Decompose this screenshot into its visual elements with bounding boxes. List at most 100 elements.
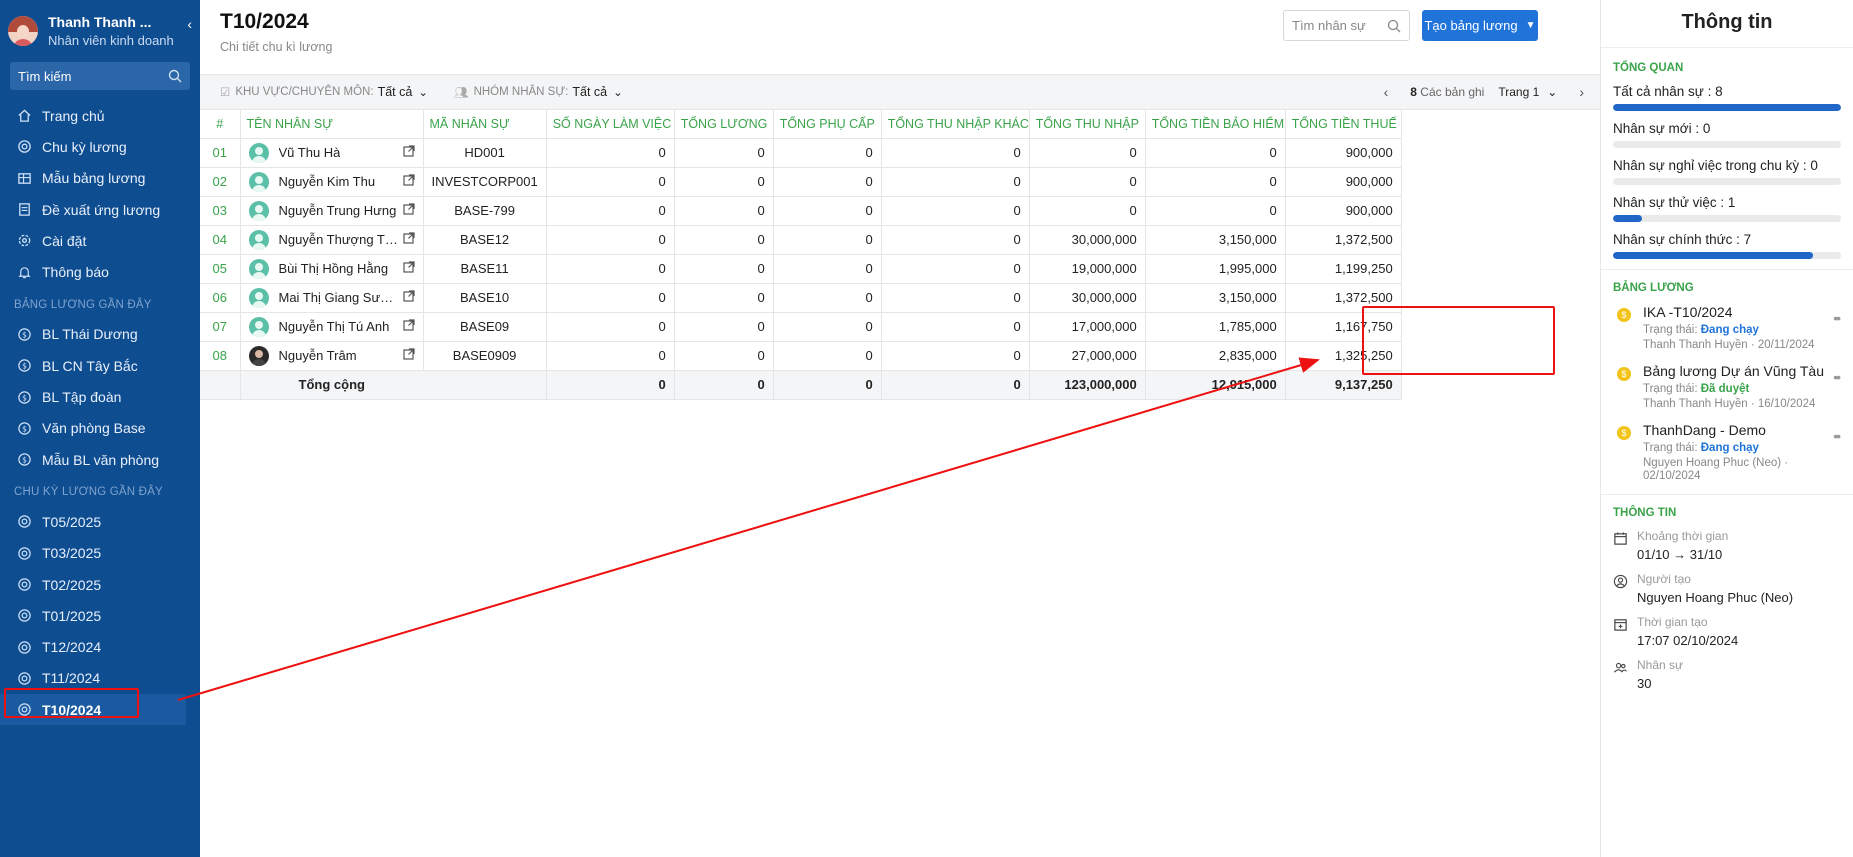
employee-search-input[interactable]: Tìm nhân sự — [1283, 10, 1410, 41]
cell-income: 0 — [1029, 196, 1146, 226]
sidebar-recent-cycle[interactable]: T01/2025 — [0, 600, 200, 631]
cell-income: 17,000,000 — [1029, 312, 1146, 342]
column-header[interactable]: TỔNG TIỀN THUẾ — [1285, 110, 1402, 139]
more-options-icon[interactable]: •• — [1833, 428, 1841, 444]
payroll-meta-date: 02/10/2024 — [1643, 470, 1701, 482]
column-header[interactable]: TỔNG PHỤ CẤP — [773, 110, 882, 139]
table-row[interactable]: 03 Nguyễn Trung Hưng BASE-799 0 0 0 0 0 0 900,000 — [200, 196, 1402, 226]
column-header[interactable]: SỐ NGÀY LÀM VIỆC — [546, 110, 675, 139]
open-external-icon[interactable] — [402, 232, 415, 247]
sidebar-item-notifications[interactable]: Thông báo — [0, 256, 200, 287]
employee-cell[interactable]: Nguyễn Trung Hưng — [240, 196, 424, 226]
cell-allowance: 0 — [773, 225, 882, 255]
payroll-meta: Thanh Thanh Huyền · 20/11/2024 — [1643, 339, 1815, 351]
group-filter[interactable]: 👥︎ NHÓM NHÂN SỰ: Tất cả ⌄ — [454, 85, 623, 99]
payroll-status: Trạng thái: Đã duyệt — [1643, 383, 1824, 395]
payroll-name: Bảng lương Dự án Vũng Tàu — [1643, 363, 1825, 379]
column-header[interactable]: # — [200, 110, 241, 139]
sidebar-recent-cycle[interactable]: T05/2025 — [0, 506, 200, 537]
column-header[interactable]: TỔNG THU NHẬP — [1029, 110, 1146, 139]
row-index: 01 — [200, 138, 241, 168]
column-header[interactable]: TỔNG LƯƠNG — [674, 110, 774, 139]
row-index: 08 — [200, 341, 241, 371]
employee-cell[interactable]: Mai Thị Giang Sương — [240, 283, 424, 313]
employee-cell[interactable]: Nguyễn Trâm — [240, 341, 424, 371]
cell-salary: 0 — [674, 138, 774, 168]
more-options-icon[interactable]: •• — [1833, 369, 1841, 385]
employee-name: Nguyễn Kim Thu — [278, 174, 376, 189]
overview-stat: Nhân sự mới : 0 — [1601, 121, 1853, 148]
sidebar-recent-cycle[interactable]: T03/2025 — [0, 538, 200, 569]
employee-cell[interactable]: Vũ Thu Hà — [240, 138, 424, 168]
sidebar-recent-payroll[interactable]: $ BL Thái Dương — [0, 319, 200, 350]
payroll-item[interactable]: $ ThanhDang - Demo Trạng thái: Đang chạy Ng… — [1601, 422, 1853, 482]
cycle-icon — [16, 139, 32, 155]
page-select[interactable]: Trang 1 ⌄ — [1498, 85, 1557, 99]
sidebar-recent-cycle[interactable]: T12/2024 — [0, 631, 200, 662]
column-header[interactable]: TỔNG TIỀN BẢO HIỂM — [1145, 110, 1286, 139]
table-icon — [16, 170, 32, 186]
table-row[interactable]: 02 Nguyễn Kim Thu INVESTCORP001 0 0 0 0 0 0 900,0… — [200, 167, 1402, 197]
sidebar-search[interactable]: Tìm kiếm — [10, 62, 190, 90]
employee-cell[interactable]: Nguyễn Thị Tú Anh — [240, 312, 424, 342]
table-row[interactable]: 04Nguyễn Thượng TườngBASE12000030,000,00… — [200, 225, 1402, 255]
table-row[interactable]: 01 Vũ Thu Hà HD001 0 0 0 0 0 0 900,000 — [200, 138, 1402, 168]
filter-bar: ☑ KHU VỰC/CHUYÊN MÔN: Tất cả ⌄ 👥︎ NHÓM N… — [200, 74, 1600, 110]
collapse-sidebar-icon[interactable]: ‹ — [187, 16, 192, 32]
svg-text:$: $ — [22, 330, 27, 339]
create-payroll-button[interactable]: Tạo bảng lương ▼ — [1422, 10, 1538, 41]
employee-cell[interactable]: Nguyễn Thượng Tường — [240, 225, 424, 255]
sidebar-item-label: Mẫu bảng lương — [42, 170, 146, 187]
table-row[interactable]: 06 Mai Thị Giang Sương BASE10 0 0 0 0 30,000,00… — [200, 283, 1402, 313]
employee-cell[interactable]: Bùi Thị Hồng Hằng — [240, 254, 424, 284]
checkbox-icon: ☑ — [220, 87, 231, 99]
sidebar-item-home[interactable]: Trang chủ — [0, 100, 200, 131]
payroll-item[interactable]: $ Bảng lương Dự án Vũng Tàu Trạng thái: Đã… — [1601, 363, 1853, 410]
sidebar-item-settings[interactable]: Cài đặt — [0, 225, 200, 256]
payroll-item[interactable]: $ IKA -T10/2024 Trạng thái: Đang chạy Thanh… — [1601, 304, 1853, 351]
sidebar-item-salary-cycle[interactable]: Chu kỳ lương — [0, 131, 200, 162]
info-item: Nhân sự 30 — [1601, 658, 1853, 691]
open-external-icon[interactable] — [402, 145, 415, 160]
sidebar-recent-cycle[interactable]: T02/2025 — [0, 569, 200, 600]
employee-cell[interactable]: Nguyễn Kim Thu — [240, 167, 424, 197]
sidebar-recent-payroll[interactable]: $ Mẫu BL văn phòng — [0, 444, 200, 475]
overview-stat: Nhân sự chính thức : 7 — [1601, 232, 1853, 259]
cell-allowance: 0 — [773, 254, 882, 284]
column-header[interactable]: TỔNG THU NHẬP KHÁC — [881, 110, 1030, 139]
user-profile[interactable]: Thanh Thanh ... Nhân viên kinh doanh ‹ — [0, 0, 200, 52]
table-row[interactable]: 05 Bùi Thị Hồng Hằng BASE11 0 0 0 0 19,000,000 1… — [200, 254, 1402, 284]
column-header[interactable]: MÃ NHÂN SỰ — [423, 110, 547, 139]
stat-progress-bar — [1613, 252, 1841, 259]
column-header[interactable]: TÊN NHÂN SỰ — [240, 110, 424, 139]
table-row[interactable]: 07 Nguyễn Thị Tú Anh BASE09 0 0 0 0 17,000,000 1… — [200, 312, 1402, 342]
cell-allowance: 0 — [773, 283, 882, 313]
sidebar-item-payroll-template[interactable]: Mẫu bảng lương — [0, 163, 200, 194]
area-filter[interactable]: ☑ KHU VỰC/CHUYÊN MÔN: Tất cả ⌄ — [220, 85, 428, 99]
cell-salary: 0 — [674, 283, 774, 313]
sidebar-item-label: BL Tập đoàn — [42, 389, 122, 406]
sidebar-recent-payroll[interactable]: $ BL Tập đoàn — [0, 381, 200, 412]
open-external-icon[interactable] — [402, 203, 415, 218]
info-value: Nguyen Hoang Phuc (Neo) — [1637, 590, 1794, 605]
cell-days: 0 — [546, 341, 675, 371]
sidebar-item-advance-request[interactable]: Đề xuất ứng lương — [0, 194, 200, 225]
sidebar-recent-payroll[interactable]: $ Văn phòng Base — [0, 413, 200, 444]
open-external-icon[interactable] — [402, 261, 415, 276]
stat-progress-fill — [1613, 252, 1813, 259]
sidebar-recent-payroll[interactable]: $ BL CN Tây Bắc — [0, 350, 200, 381]
sidebar-item-label: T03/2025 — [42, 545, 102, 562]
total-empty — [423, 370, 547, 400]
open-external-icon[interactable] — [402, 290, 415, 305]
sidebar-item-label: Mẫu BL văn phòng — [42, 451, 160, 468]
open-external-icon[interactable] — [402, 348, 415, 363]
prev-page-icon[interactable]: ‹ — [1384, 84, 1389, 100]
more-options-icon[interactable]: •• — [1833, 310, 1841, 326]
open-external-icon[interactable] — [402, 174, 415, 189]
payroll-meta: Thanh Thanh Huyền · 16/10/2024 — [1643, 398, 1816, 410]
next-page-icon[interactable]: › — [1579, 84, 1584, 100]
table-row[interactable]: 08 Nguyễn Trâm BASE0909 0 0 0 0 27,000,000 2,835… — [200, 341, 1402, 371]
employee-code: BASE11 — [423, 254, 547, 284]
open-external-icon[interactable] — [402, 319, 415, 334]
sidebar-item-label: Đề xuất ứng lương — [42, 201, 161, 218]
